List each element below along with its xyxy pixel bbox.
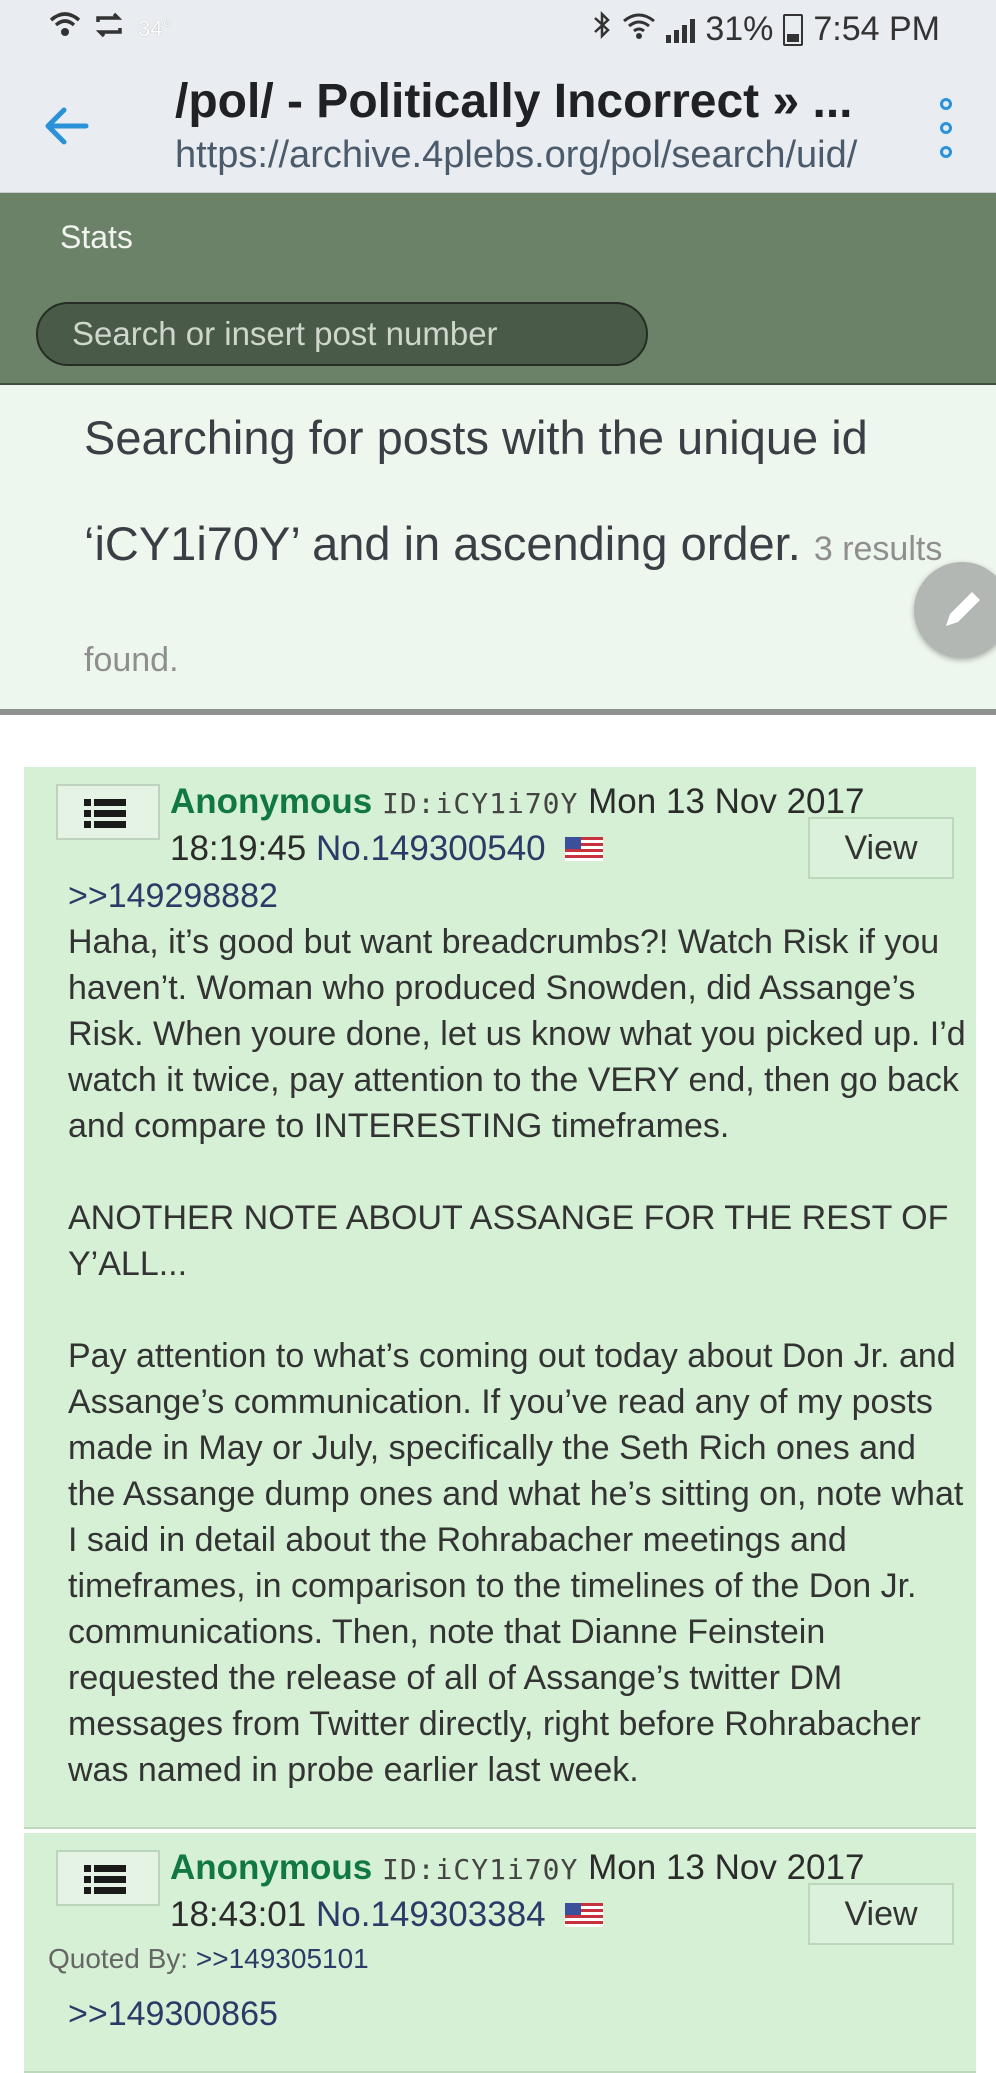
view-button[interactable]: View — [808, 1883, 954, 1945]
post-paragraph: Pay attention to what’s coming out today… — [68, 1337, 964, 1789]
quoted-by-label: Quoted By: — [48, 1943, 189, 1974]
quoted-by-link[interactable]: >>149305101 — [196, 1943, 369, 1974]
poster-name: Anonymous — [170, 1848, 373, 1887]
wifi-icon — [622, 10, 656, 49]
search-info: Searching for posts with the unique id ‘… — [0, 385, 996, 715]
site-header: Stats — [0, 193, 996, 385]
post-number[interactable]: No.149303384 — [316, 1895, 546, 1934]
back-arrow-icon — [45, 107, 89, 145]
wifi-calling-icon — [48, 10, 82, 48]
temperature: 34° — [138, 16, 172, 41]
post-time: 18:19:45 — [170, 829, 307, 868]
page-title: /pol/ - Politically Incorrect » ... — [175, 75, 853, 128]
repeat-icon — [92, 10, 126, 48]
post-menu-button[interactable] — [56, 784, 160, 840]
post-body: Haha, it’s good but want breadcrumbs?! W… — [68, 919, 968, 1839]
stats-link[interactable]: Stats — [60, 219, 133, 256]
us-flag-icon — [565, 1902, 604, 1927]
clock: 7:54 PM — [813, 10, 940, 48]
browser-app-bar: /pol/ - Politically Incorrect » ... http… — [0, 62, 996, 193]
search-input[interactable] — [38, 304, 646, 364]
poster-uid[interactable]: ID:iCY1i70Y — [382, 1853, 578, 1886]
signal-icon — [666, 17, 696, 43]
post-menu-button[interactable] — [56, 1850, 160, 1906]
reply-link[interactable]: >>149300865 — [68, 1995, 278, 2034]
result-count: 3 results — [813, 530, 943, 568]
post-paragraph: Haha, it’s good but want breadcrumbs?! W… — [68, 923, 966, 1145]
status-bar: 34° 31% 7:54 PM — [0, 0, 996, 62]
search-box[interactable] — [36, 302, 648, 366]
post-time: 18:43:01 — [170, 1895, 307, 1934]
menu-dot-icon — [940, 98, 952, 110]
search-summary-line1: Searching for posts with the unique id — [84, 411, 868, 464]
post-number[interactable]: No.149300540 — [316, 829, 546, 868]
poster-name: Anonymous — [170, 782, 373, 821]
us-flag-icon — [565, 836, 604, 861]
status-right: 31% 7:54 PM — [592, 10, 940, 49]
search-summary: Searching for posts with the unique id ‘… — [84, 385, 964, 713]
search-summary-line2: ‘iCY1i70Y’ and in ascending order. — [84, 517, 801, 570]
menu-dot-icon — [940, 122, 952, 134]
post-date: Mon 13 Nov 2017 — [588, 782, 865, 821]
post: Anonymous ID:iCY1i70Y Mon 13 Nov 2017 18… — [24, 767, 976, 1829]
pencil-icon — [946, 592, 980, 626]
bluetooth-icon — [592, 10, 612, 49]
view-button[interactable]: View — [808, 817, 954, 879]
battery-percent: 31% — [705, 10, 774, 48]
result-count-suffix: found. — [84, 641, 179, 679]
reply-link[interactable]: >>149298882 — [68, 877, 278, 916]
battery-icon — [783, 13, 804, 46]
menu-dot-icon — [940, 146, 952, 158]
overflow-menu-button[interactable] — [936, 98, 956, 158]
post: Anonymous ID:iCY1i70Y Mon 13 Nov 2017 18… — [24, 1833, 976, 2073]
poster-uid[interactable]: ID:iCY1i70Y — [382, 787, 578, 820]
list-icon — [84, 799, 126, 832]
back-button[interactable] — [40, 100, 92, 152]
post-paragraph: ANOTHER NOTE ABOUT ASSANGE FOR THE REST … — [68, 1199, 949, 1283]
page-url[interactable]: https://archive.4plebs.org/pol/search/ui… — [175, 134, 857, 177]
list-icon — [84, 1865, 126, 1898]
quoted-by: Quoted By: >>149305101 — [48, 1943, 369, 1975]
post-date: Mon 13 Nov 2017 — [588, 1848, 865, 1887]
status-left: 34° — [48, 10, 171, 48]
